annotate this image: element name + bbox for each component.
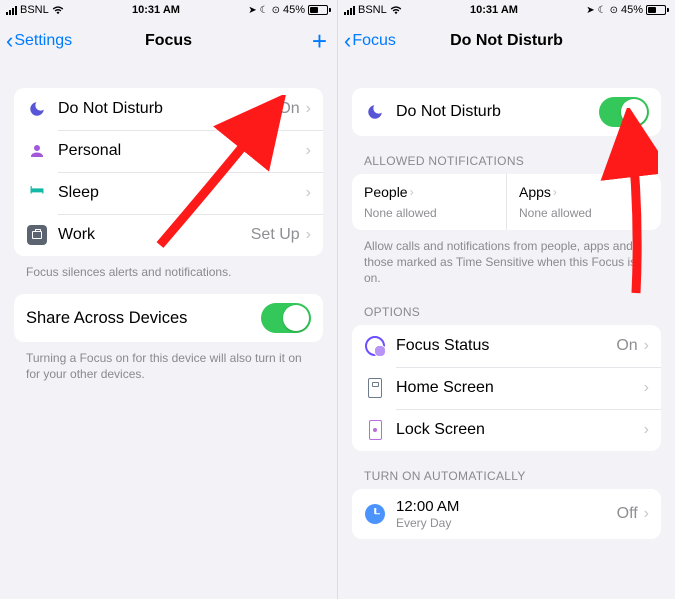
- chevron-right-icon: ›: [644, 337, 649, 355]
- row-home-screen[interactable]: Home Screen ›: [352, 367, 661, 409]
- col-title: People: [364, 184, 408, 200]
- status-bar: BSNL 10:31 AM ➤ ☾ ⊙ 45%: [0, 0, 337, 20]
- allowed-people[interactable]: People› None allowed: [352, 174, 506, 230]
- battery-icon: [308, 5, 331, 15]
- row-focus-status[interactable]: Focus Status On ›: [352, 325, 661, 367]
- signal-bars-icon: [6, 5, 17, 15]
- moon-icon: [364, 101, 386, 123]
- chevron-right-icon: ›: [644, 505, 649, 523]
- row-label: 12:00 AM: [396, 498, 617, 515]
- row-personal[interactable]: Personal ›: [14, 130, 323, 172]
- back-button[interactable]: ‹ Settings: [0, 30, 72, 52]
- row-detail: Off: [617, 505, 638, 523]
- row-label: Focus Status: [396, 337, 616, 355]
- location-icon: ➤: [248, 5, 256, 16]
- row-lock-screen[interactable]: Lock Screen ›: [352, 409, 661, 451]
- battery-icon: [646, 5, 669, 15]
- battery-pct-label: 45%: [283, 4, 305, 16]
- col-sub: None allowed: [364, 206, 494, 220]
- col-title: Apps: [519, 184, 551, 200]
- toggle-dnd[interactable]: [599, 97, 649, 127]
- focus-modes-section: Do Not Disturb On › Personal › Sleep ›: [14, 88, 323, 256]
- col-sub: None allowed: [519, 206, 649, 220]
- carrier-label: BSNL: [358, 4, 387, 16]
- screen-focus-settings: BSNL 10:31 AM ➤ ☾ ⊙ 45% ‹ Settings Focus…: [0, 0, 337, 599]
- dnd-status-icon: ☾: [598, 5, 607, 16]
- dnd-status-icon: ☾: [260, 5, 269, 16]
- section-footer: Allow calls and notifications from peopl…: [352, 230, 661, 287]
- nav-bar: ‹ Focus Do Not Disturb: [338, 20, 675, 62]
- chevron-left-icon: ‹: [6, 30, 13, 52]
- row-detail: On: [278, 100, 299, 118]
- moon-icon: [26, 98, 48, 120]
- signal-bars-icon: [344, 5, 355, 15]
- wifi-icon: [52, 6, 64, 15]
- row-do-not-disturb[interactable]: Do Not Disturb On ›: [14, 88, 323, 130]
- row-label: Lock Screen: [396, 421, 644, 439]
- chevron-right-icon: ›: [306, 226, 311, 244]
- back-button[interactable]: ‹ Focus: [338, 30, 396, 52]
- back-label: Focus: [352, 32, 396, 50]
- chevron-right-icon: ›: [410, 185, 414, 199]
- alarm-icon: ⊙: [610, 5, 618, 16]
- row-dnd-toggle[interactable]: Do Not Disturb: [352, 88, 661, 136]
- chevron-right-icon: ›: [553, 185, 557, 199]
- carrier-label: BSNL: [20, 4, 49, 16]
- row-sublabel: Every Day: [396, 516, 617, 530]
- row-detail: Set Up: [251, 226, 300, 244]
- alarm-icon: ⊙: [272, 5, 280, 16]
- chevron-left-icon: ‹: [344, 30, 351, 52]
- location-icon: ➤: [586, 5, 594, 16]
- add-focus-button[interactable]: +: [312, 28, 327, 54]
- row-schedule[interactable]: 12:00 AM Every Day Off ›: [352, 489, 661, 539]
- screen-do-not-disturb: BSNL 10:31 AM ➤ ☾ ⊙ 45% ‹ Focus Do Not D…: [337, 0, 675, 599]
- chevron-right-icon: ›: [306, 100, 311, 118]
- auto-section: 12:00 AM Every Day Off ›: [352, 489, 661, 539]
- person-icon: [26, 140, 48, 162]
- status-time: 10:31 AM: [132, 4, 180, 16]
- section-footer: Turning a Focus on for this device will …: [14, 342, 323, 382]
- row-work[interactable]: Work Set Up ›: [14, 214, 323, 256]
- chevron-right-icon: ›: [644, 421, 649, 439]
- row-label: Sleep: [58, 184, 306, 202]
- share-section: Share Across Devices: [14, 294, 323, 342]
- allowed-notifications-section: People› None allowed Apps› None allowed: [352, 174, 661, 230]
- section-header: ALLOWED NOTIFICATIONS: [352, 136, 661, 174]
- allowed-apps[interactable]: Apps› None allowed: [506, 174, 661, 230]
- chevron-right-icon: ›: [644, 379, 649, 397]
- focus-status-icon: [364, 335, 386, 357]
- clock-icon: [364, 503, 386, 525]
- row-label: Do Not Disturb: [396, 103, 599, 121]
- section-footer: Focus silences alerts and notifications.: [14, 256, 323, 280]
- back-label: Settings: [14, 32, 72, 50]
- row-label: Work: [58, 226, 251, 244]
- row-share-across-devices[interactable]: Share Across Devices: [14, 294, 323, 342]
- wifi-icon: [390, 6, 402, 15]
- row-sleep[interactable]: Sleep ›: [14, 172, 323, 214]
- chevron-right-icon: ›: [306, 184, 311, 202]
- row-label: Personal: [58, 142, 306, 160]
- section-header: TURN ON AUTOMATICALLY: [352, 451, 661, 489]
- row-label: Home Screen: [396, 379, 644, 397]
- chevron-right-icon: ›: [306, 142, 311, 160]
- row-label: Share Across Devices: [26, 309, 261, 328]
- toggle-share-devices[interactable]: [261, 303, 311, 333]
- status-bar: BSNL 10:31 AM ➤ ☾ ⊙ 45%: [338, 0, 675, 20]
- row-detail: On: [616, 337, 637, 355]
- row-label: Do Not Disturb: [58, 100, 278, 118]
- section-header: OPTIONS: [352, 287, 661, 325]
- lock-screen-icon: [364, 419, 386, 441]
- options-section: Focus Status On › Home Screen › Lock Scr…: [352, 325, 661, 451]
- home-screen-icon: [364, 377, 386, 399]
- battery-pct-label: 45%: [621, 4, 643, 16]
- briefcase-icon: [26, 224, 48, 246]
- dnd-toggle-section: Do Not Disturb: [352, 88, 661, 136]
- nav-bar: ‹ Settings Focus +: [0, 20, 337, 62]
- bed-icon: [26, 182, 48, 204]
- status-time: 10:31 AM: [470, 4, 518, 16]
